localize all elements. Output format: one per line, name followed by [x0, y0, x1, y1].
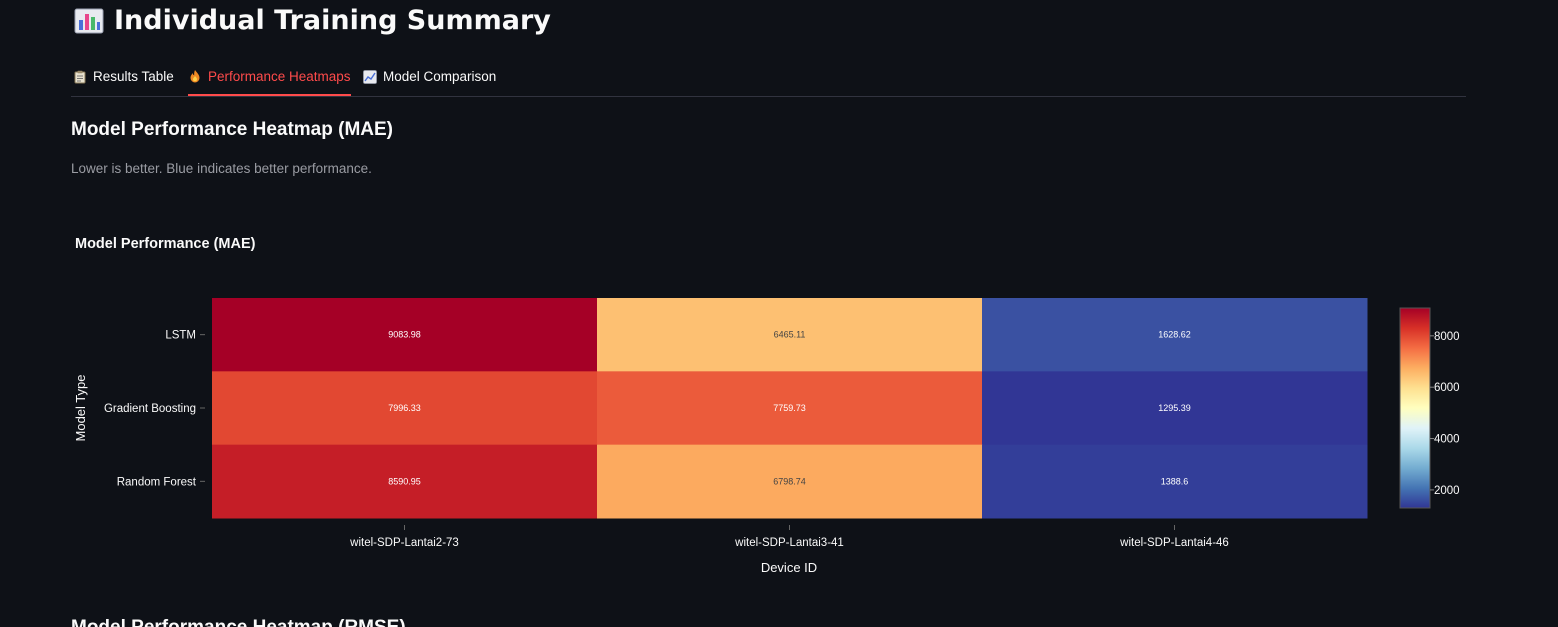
colorbar-ticks: 2000 4000 6000 8000 — [1430, 331, 1460, 497]
colorbar-tick-label: 6000 — [1434, 382, 1460, 394]
chart-title: Model Performance (MAE) — [75, 236, 256, 252]
heatmap-cell-value: 9083.98 — [388, 330, 421, 340]
colorbar-tick-label: 8000 — [1434, 331, 1460, 343]
y-axis-title: Model Type — [73, 375, 88, 442]
heatmap-chart: Model Performance (MAE) 9083.98 6465.11 16… — [73, 236, 1460, 575]
colorbar-gradient — [1399, 307, 1431, 509]
x-axis-title: Device ID — [761, 560, 817, 575]
heatmap-cell-value: 1295.39 — [1158, 403, 1191, 413]
y-axis-tick-label: LSTM — [165, 330, 196, 342]
next-section-title: Model Performance Heatmap (RMSE) — [71, 617, 406, 627]
heatmap-cell-value: 6798.74 — [773, 476, 806, 486]
colorbar-tick-label: 2000 — [1434, 485, 1460, 497]
heatmap-cell-value: 8590.95 — [388, 476, 421, 486]
x-axis-tick-labels: witel-SDP-Lantai2-73 witel-SDP-Lantai3-41… — [349, 525, 1229, 549]
x-axis-tick-label: witel-SDP-Lantai4-46 — [1119, 537, 1229, 549]
heatmap-cells: 9083.98 6465.11 1628.62 7996.33 7759.73 1295.… — [212, 298, 1368, 519]
heatmap-cell-value: 7996.33 — [388, 403, 421, 413]
heatmap-cell-value: 1628.62 — [1158, 330, 1191, 340]
heatmap-cell-value: 7759.73 — [773, 403, 806, 413]
app-page: Individual Training Summary Results Tabl… — [0, 0, 1558, 627]
y-axis-tick-label: Gradient Boosting — [104, 403, 196, 415]
heatmap-cell-value: 6465.11 — [774, 330, 806, 340]
y-axis-tick-label: Random Forest — [117, 476, 197, 488]
x-axis-tick-label: witel-SDP-Lantai3-41 — [734, 537, 844, 549]
y-axis-tick-labels: LSTM Gradient Boosting Random Forest — [104, 330, 205, 488]
colorbar-tick-label: 4000 — [1434, 434, 1460, 446]
x-axis-tick-label: witel-SDP-Lantai2-73 — [349, 537, 459, 549]
colorbar: 2000 4000 6000 8000 — [1399, 307, 1460, 509]
heatmap-cell-value: 1388.6 — [1161, 476, 1189, 486]
